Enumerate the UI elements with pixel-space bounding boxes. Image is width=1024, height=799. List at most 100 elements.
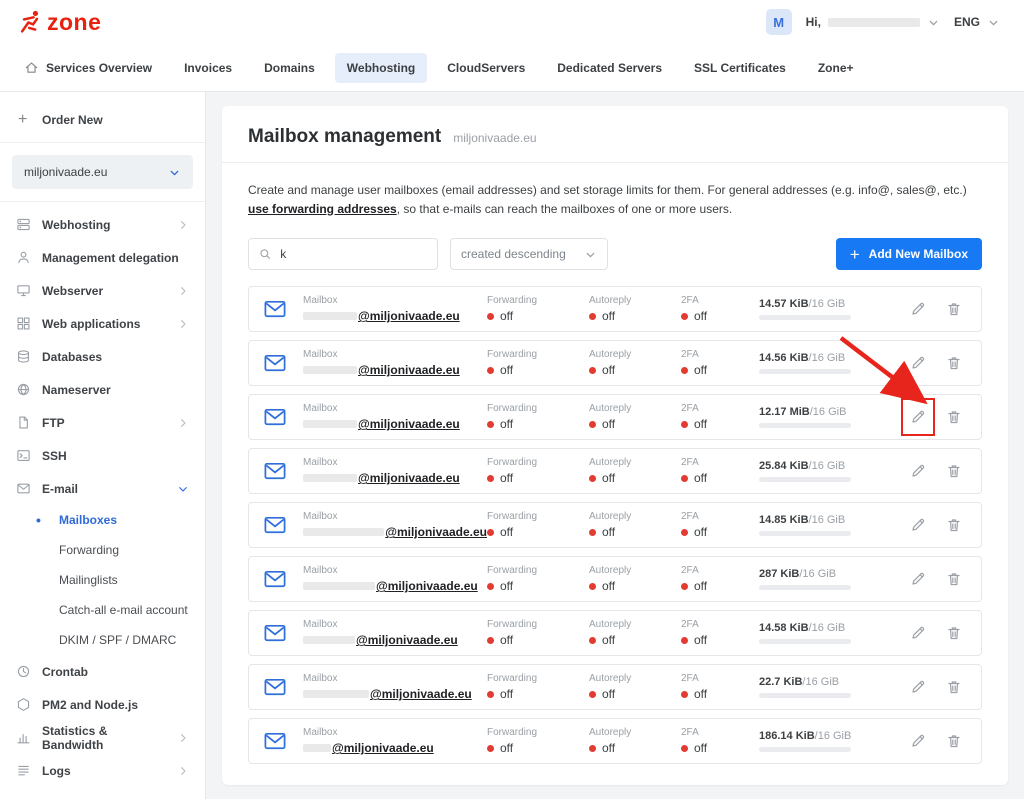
nav-item[interactable]: Dedicated Servers [545, 53, 674, 83]
mailbox-address-link[interactable]: @miljonivaade.eu [303, 525, 487, 539]
sidebar-item-label: Statistics & Bandwidth [42, 724, 166, 752]
autoreply-label: Autoreply [589, 511, 681, 522]
zone-logo[interactable]: zone [18, 9, 101, 35]
nav-item[interactable]: CloudServers [435, 53, 537, 83]
sidebar-item[interactable]: • DKIM / SPF / DMARC [0, 625, 205, 655]
sidebar-item[interactable]: • PM2 and Node.js [0, 688, 205, 721]
mailbox-address-link[interactable]: @miljonivaade.eu [303, 309, 487, 323]
mailbox-label: Mailbox [303, 295, 487, 306]
storage-column: 186.14 KiB/16 GiB [759, 730, 897, 752]
sidebar-item[interactable]: • Web applications [0, 307, 205, 340]
storage-bar [759, 369, 851, 374]
storage-column: 287 KiB/16 GiB [759, 568, 897, 590]
mailbox-address-link[interactable]: @miljonivaade.eu [303, 687, 487, 701]
autoreply-status: off [589, 741, 681, 755]
mailbox-row: Mailbox @miljonivaade.eu Forwarding off … [248, 502, 982, 548]
sidebar-item[interactable]: • SSH [0, 439, 205, 472]
delete-mailbox-button[interactable] [941, 294, 967, 324]
edit-mailbox-button[interactable] [905, 294, 931, 324]
mailbox-address-link[interactable]: @miljonivaade.eu [303, 579, 487, 593]
language-label: ENG [954, 15, 980, 29]
twofa-label: 2FA [681, 403, 759, 414]
sidebar-item[interactable]: • Statistics & Bandwidth [0, 721, 205, 754]
autoreply-status-text: off [602, 471, 615, 485]
forwarding-status: off [487, 687, 589, 701]
autoreply-status: off [589, 417, 681, 431]
delete-mailbox-button[interactable] [941, 348, 967, 378]
delete-mailbox-button[interactable] [941, 510, 967, 540]
user-menu[interactable]: Hi, [806, 15, 940, 29]
nav-item[interactable]: Webhosting [335, 53, 427, 83]
nav-item[interactable]: Zone+ [806, 53, 866, 83]
user-area: M Hi, ENG [766, 9, 1000, 35]
storage-usage: 22.7 KiB/16 GiB [759, 676, 897, 688]
edit-mailbox-button[interactable] [905, 402, 931, 432]
forwarding-column: Forwarding off [487, 403, 589, 431]
mailbox-address-link[interactable]: @miljonivaade.eu [303, 363, 487, 377]
sidebar-item[interactable]: • Mailinglists [0, 565, 205, 595]
status-off-dot [681, 475, 688, 482]
avatar[interactable]: M [766, 9, 792, 35]
edit-mailbox-button[interactable] [905, 510, 931, 540]
sidebar-item[interactable]: • Webhosting [0, 208, 205, 241]
search-input[interactable] [280, 247, 427, 261]
nav-item-label: Invoices [184, 61, 232, 75]
sidebar-item[interactable]: • Nameserver [0, 373, 205, 406]
edit-mailbox-button[interactable] [905, 348, 931, 378]
delete-mailbox-button[interactable] [941, 564, 967, 594]
usage-value: 287 KiB [759, 568, 799, 580]
mailbox-address-link[interactable]: @miljonivaade.eu [303, 417, 487, 431]
sidebar-item[interactable]: • Crontab [0, 655, 205, 688]
order-new-button[interactable]: + Order New [0, 98, 205, 143]
forwarding-addresses-link[interactable]: use forwarding addresses [248, 202, 397, 216]
nav-item[interactable]: Services Overview [12, 52, 164, 83]
autoreply-column: Autoreply off [589, 349, 681, 377]
domain-selector[interactable]: miljonivaade.eu [12, 155, 193, 189]
sidebar-item[interactable]: • E-mail [0, 472, 205, 505]
forwarding-label: Forwarding [487, 727, 589, 738]
nav-item[interactable]: SSL Certificates [682, 53, 798, 83]
mailbox-list: Mailbox @miljonivaade.eu Forwarding off … [248, 286, 982, 764]
language-selector[interactable]: ENG [954, 15, 1000, 29]
usage-value: 14.57 KiB [759, 298, 809, 310]
add-new-mailbox-button[interactable]: + Add New Mailbox [836, 238, 982, 270]
twofa-status-text: off [694, 417, 707, 431]
mailbox-address-link[interactable]: @miljonivaade.eu [303, 741, 487, 755]
delete-mailbox-button[interactable] [941, 726, 967, 756]
sidebar-item[interactable]: • Management delegation [0, 241, 205, 274]
usage-value: 14.58 KiB [759, 622, 809, 634]
edit-mailbox-button[interactable] [905, 564, 931, 594]
sidebar-item[interactable]: • Mailboxes [0, 505, 205, 535]
edit-mailbox-button[interactable] [905, 456, 931, 486]
sidebar-item[interactable]: • Databases [0, 340, 205, 373]
nav-item[interactable]: Domains [252, 53, 327, 83]
sidebar-item[interactable]: • Logs [0, 754, 205, 787]
delete-mailbox-button[interactable] [941, 618, 967, 648]
forwarding-label: Forwarding [487, 619, 589, 630]
sidebar-item[interactable]: • Forwarding [0, 535, 205, 565]
delete-mailbox-button[interactable] [941, 672, 967, 702]
twofa-status-text: off [694, 309, 707, 323]
sidebar-item[interactable]: • FTP [0, 406, 205, 439]
edit-mailbox-button[interactable] [905, 672, 931, 702]
mailbox-row: Mailbox @miljonivaade.eu Forwarding off … [248, 394, 982, 440]
sidebar-item[interactable]: • Webserver [0, 274, 205, 307]
nav-item-label: Dedicated Servers [557, 61, 662, 75]
mailbox-address-link[interactable]: @miljonivaade.eu [303, 471, 487, 485]
sort-dropdown[interactable]: created descending [450, 238, 608, 270]
mailbox-row: Mailbox @miljonivaade.eu Forwarding off … [248, 340, 982, 386]
status-off-dot [681, 691, 688, 698]
status-off-dot [487, 583, 494, 590]
mailbox-address-link[interactable]: @miljonivaade.eu [303, 633, 487, 647]
twofa-status: off [681, 579, 759, 593]
sidebar-item[interactable]: • Catch-all e-mail account [0, 595, 205, 625]
nav-item[interactable]: Invoices [172, 53, 244, 83]
autoreply-status-text: off [602, 687, 615, 701]
chevron-icon [177, 219, 189, 231]
forwarding-status-text: off [500, 633, 513, 647]
edit-mailbox-button[interactable] [905, 618, 931, 648]
delete-mailbox-button[interactable] [941, 402, 967, 432]
edit-mailbox-button[interactable] [905, 726, 931, 756]
forwarding-column: Forwarding off [487, 511, 589, 539]
delete-mailbox-button[interactable] [941, 456, 967, 486]
